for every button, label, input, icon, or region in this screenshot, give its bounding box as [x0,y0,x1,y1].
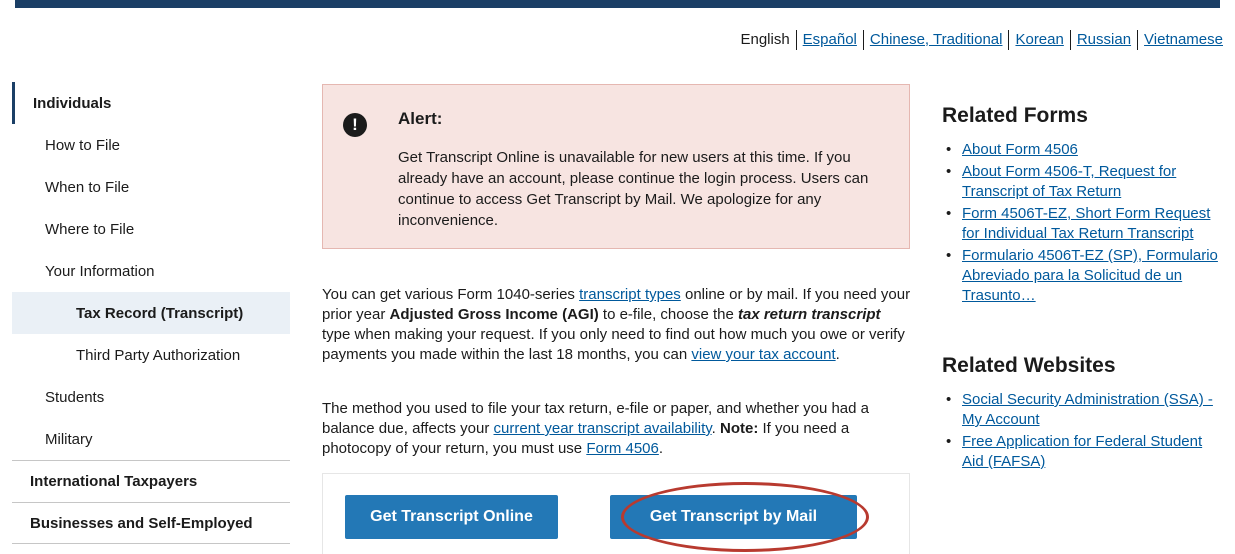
text: . [711,420,720,437]
alert-title: Alert: [398,109,443,128]
list-item: Free Application for Federal Student Aid… [942,432,1227,472]
related-forms-title: Related Forms [942,104,1088,127]
lang-russian[interactable]: Russian [1071,31,1137,49]
language-selector: English Español Chinese, Traditional Kor… [734,30,1229,50]
list-item: About Form 4506-T, Request for Transcrip… [942,162,1227,202]
list-item: About Form 4506 [942,140,1227,160]
list-item: Social Security Administration (SSA) - M… [942,390,1227,430]
sidebar-item-your-information[interactable]: Your Information [12,250,290,292]
alert-body: Get Transcript Online is unavailable for… [398,149,869,229]
sidebar-nav: Individuals How to File When to File Whe… [12,82,290,544]
intro-paragraph: You can get various Form 1040-series tra… [322,285,912,365]
header-bar [15,0,1220,8]
lang-chinese-traditional[interactable]: Chinese, Traditional [864,31,1009,49]
annotation-circle [621,482,869,552]
related-websites-title: Related Websites [942,354,1116,377]
formulario-4506t-ez-sp-link[interactable]: Formulario 4506T-EZ (SP), Formulario Abr… [962,247,1218,304]
lang-english[interactable]: English [734,31,795,49]
sidebar-item-students[interactable]: Students [12,376,290,418]
exclamation-icon: ! [343,113,367,137]
alert-box: ! Alert: Get Transcript Online is unavai… [322,84,910,249]
get-transcript-online-button[interactable]: Get Transcript Online [345,495,558,539]
note-bold: Note: [720,420,759,437]
sidebar-item-how-to-file[interactable]: How to File [12,124,290,166]
list-item: Form 4506T-EZ, Short Form Request for In… [942,204,1227,244]
agi-bold: Adjusted Gross Income (AGI) [389,306,599,323]
list-item: Formulario 4506T-EZ (SP), Formulario Abr… [942,246,1227,306]
transcript-types-link[interactable]: transcript types [579,286,681,303]
text: to e-file, choose the [598,306,738,323]
tax-return-transcript-bold: tax return transcript [737,306,881,323]
sidebar-item-tax-record[interactable]: Tax Record (Transcript) [12,292,290,334]
method-paragraph: The method you used to file your tax ret… [322,399,912,459]
lang-korean[interactable]: Korean [1009,31,1069,49]
transcript-availability-link[interactable]: current year transcript availability [494,420,712,437]
form-4506-link[interactable]: Form 4506 [586,440,659,457]
about-form-4506t-link[interactable]: About Form 4506-T, Request for Transcrip… [962,163,1176,200]
view-tax-account-link[interactable]: view your tax account [691,346,835,363]
sidebar-item-where-to-file[interactable]: Where to File [12,208,290,250]
related-websites: Related Websites Social Security Adminis… [942,354,1227,474]
lang-vietnamese[interactable]: Vietnamese [1138,31,1229,49]
fafsa-link[interactable]: Free Application for Federal Student Aid… [962,433,1202,470]
text: You can get various Form 1040-series [322,286,580,303]
ssa-my-account-link[interactable]: Social Security Administration (SSA) - M… [962,391,1213,428]
lang-espanol[interactable]: Español [797,31,863,49]
sidebar-item-third-party-authorization[interactable]: Third Party Authorization [12,334,290,376]
sidebar-item-international-taxpayers[interactable]: International Taxpayers [12,460,290,502]
about-form-4506-link[interactable]: About Form 4506 [962,141,1078,158]
text: . [835,346,840,363]
sidebar-item-military[interactable]: Military [12,418,290,460]
text: . [658,440,664,457]
sidebar-item-businesses[interactable]: Businesses and Self-Employed [12,502,290,544]
form-4506t-ez-link[interactable]: Form 4506T-EZ, Short Form Request for In… [962,205,1210,242]
sidebar-item-when-to-file[interactable]: When to File [12,166,290,208]
sidebar-item-individuals[interactable]: Individuals [12,82,290,124]
button-panel: Get Transcript Online Get Transcript by … [322,473,910,554]
related-forms: Related Forms About Form 4506 About Form… [942,104,1227,308]
